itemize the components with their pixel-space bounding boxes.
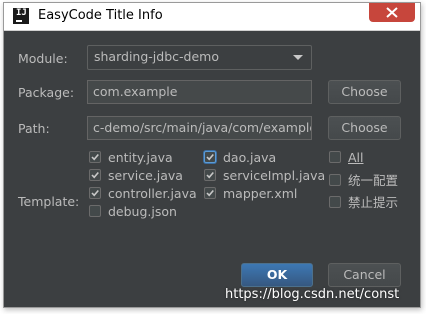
checkmark-icon [91, 153, 99, 161]
checkmark-icon [206, 153, 214, 161]
package-choose-button[interactable]: Choose [328, 80, 401, 104]
watermark-text: https://blog.csdn.net/const [225, 287, 400, 302]
title-bar: IJ EasyCode Title Info [4, 3, 420, 31]
path-choose-button[interactable]: Choose [328, 116, 401, 140]
module-label: Module: [18, 51, 68, 66]
checkbox[interactable] [204, 151, 216, 163]
close-button[interactable] [369, 3, 415, 22]
window-title: EasyCode Title Info [38, 8, 163, 23]
checkbox[interactable] [329, 151, 341, 163]
checkmark-icon [91, 171, 99, 179]
checkmark-icon [206, 171, 214, 179]
module-value: sharding-jdbc-demo [94, 49, 219, 64]
checkmark-icon [206, 189, 214, 197]
checkmark-icon [91, 189, 99, 197]
checkbox[interactable] [329, 196, 341, 208]
checkbox[interactable] [89, 151, 101, 163]
template-label: Template: [18, 194, 80, 209]
ok-button[interactable]: OK [241, 263, 313, 287]
close-icon [386, 7, 398, 18]
module-select[interactable]: sharding-jdbc-demo [87, 45, 312, 70]
package-input[interactable]: com.example [87, 80, 312, 104]
package-label: Package: [18, 85, 75, 100]
checkbox[interactable] [204, 187, 216, 199]
path-label: Path: [18, 121, 50, 136]
checkbox[interactable] [89, 187, 101, 199]
checkbox[interactable] [89, 169, 101, 181]
cancel-button[interactable]: Cancel [328, 263, 401, 287]
dialog-window: IJ EasyCode Title Info Module: sharding-… [3, 2, 421, 308]
path-input[interactable]: c-demo/src/main/java/com/example [87, 116, 312, 140]
checkbox[interactable] [89, 205, 101, 217]
intellij-logo-icon: IJ [13, 8, 29, 24]
chevron-down-icon [293, 55, 303, 60]
checkbox[interactable] [204, 169, 216, 181]
checkbox[interactable] [329, 174, 341, 186]
